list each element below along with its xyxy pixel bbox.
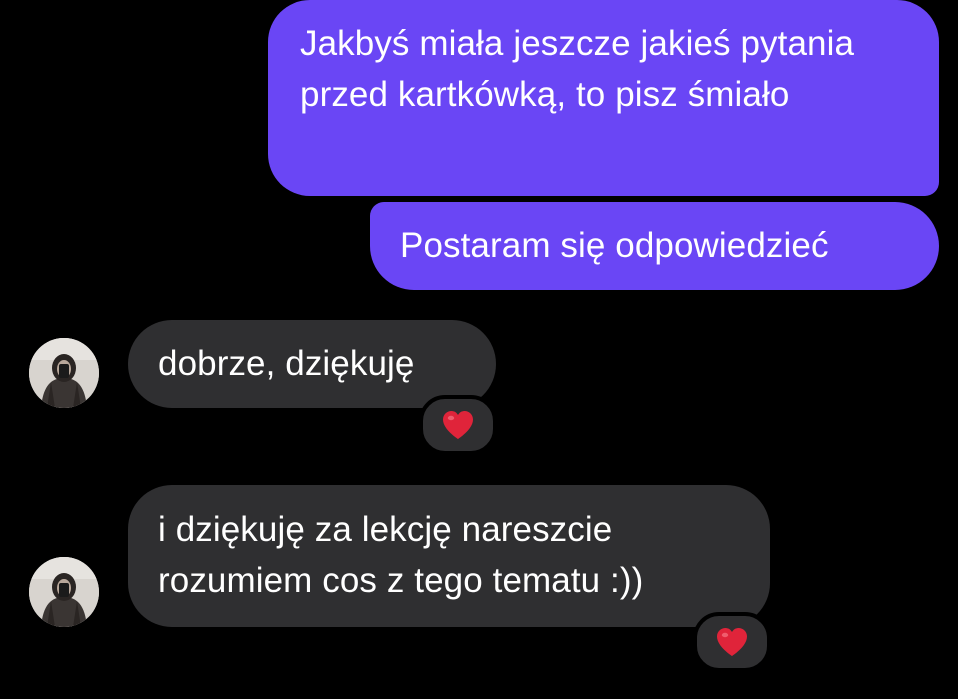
sent-message-bubble[interactable]: Jakbyś miała jeszcze jakieś pytania prze… — [268, 0, 939, 196]
sent-message-bubble[interactable]: Postaram się odpowiedzieć — [370, 202, 939, 290]
received-message-bubble[interactable]: i dziękuję za lekcję nareszcie rozumiem … — [128, 485, 770, 627]
red-heart-icon — [443, 411, 473, 439]
profile-photo-icon — [29, 557, 99, 627]
message-text: Jakbyś miała jeszcze jakieś pytania prze… — [300, 24, 855, 114]
profile-photo-icon — [29, 338, 99, 408]
message-text: i dziękuję za lekcję nareszcie rozumiem … — [158, 510, 644, 600]
avatar[interactable] — [29, 338, 99, 408]
avatar[interactable] — [29, 557, 99, 627]
message-text: dobrze, dziękuję — [158, 344, 415, 383]
message-thread: Jakbyś miała jeszcze jakieś pytania prze… — [0, 0, 958, 699]
reaction-badge[interactable] — [693, 612, 771, 672]
red-heart-icon — [717, 628, 747, 656]
reaction-badge[interactable] — [419, 395, 497, 455]
message-text: Postaram się odpowiedzieć — [400, 226, 829, 265]
